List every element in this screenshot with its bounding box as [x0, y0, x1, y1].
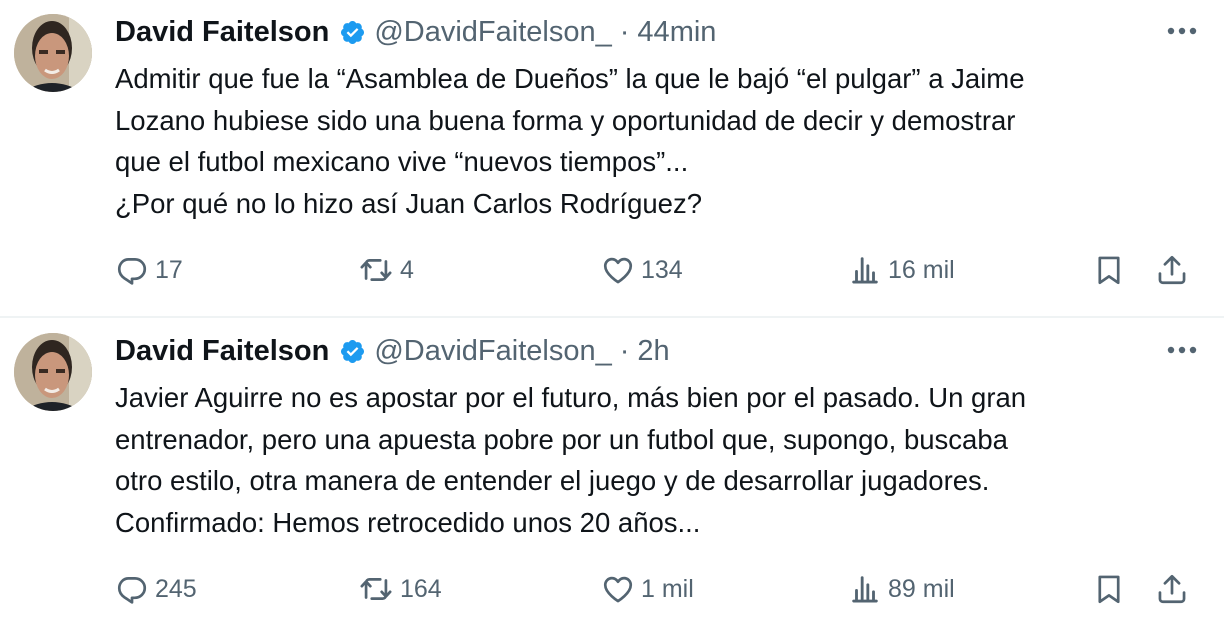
reply-icon [117, 258, 147, 285]
tweet[interactable]: David Faitelson @DavidFaitelson_ · 44min… [0, 0, 1224, 318]
share-icon [1158, 574, 1186, 604]
tweet-text-line: ¿Por qué no lo hizo así Juan Carlos Rodr… [115, 187, 702, 219]
bookmark-button[interactable] [1092, 569, 1126, 609]
bookmark-icon [1098, 256, 1120, 285]
tweet-text: Admitir que fue la “Asamblea de Dueños” … [115, 58, 1195, 224]
tweet-text-line: que el futbol mexicano vive “nuevos tiem… [115, 146, 689, 177]
tweet[interactable]: David Faitelson @DavidFaitelson_ · 2h Ja… [0, 319, 1224, 637]
views-chart-icon [852, 576, 878, 603]
bookmark-button[interactable] [1092, 250, 1126, 290]
heart-icon [603, 257, 633, 284]
views-chart-icon [852, 257, 878, 284]
like-button[interactable]: 134 [601, 250, 683, 290]
reply-button[interactable]: 245 [115, 569, 197, 609]
views-count: 89 mil [888, 574, 955, 603]
share-icon [1158, 255, 1186, 285]
divider [0, 316, 1224, 318]
retweet-count: 4 [400, 255, 414, 284]
avatar[interactable] [14, 14, 92, 92]
retweet-button[interactable]: 164 [358, 569, 442, 609]
reply-count: 17 [155, 255, 183, 284]
tweet-text-line: otro estilo, otra manera de entender el … [115, 465, 990, 496]
tweet-text-line: Lozano hubiese sido una buena forma y op… [115, 104, 1016, 136]
verified-badge-icon [339, 338, 366, 365]
share-button[interactable] [1155, 250, 1189, 290]
retweet-button[interactable]: 4 [358, 250, 414, 290]
views-count: 16 mil [888, 255, 955, 284]
reply-count: 245 [155, 574, 197, 603]
tweet-header: David Faitelson @DavidFaitelson_ · 2h [115, 331, 670, 371]
retweet-count: 164 [400, 574, 442, 603]
more-horizontal-icon[interactable] [1162, 14, 1202, 48]
tweet-actions: 17 4 134 16 mil [115, 250, 1205, 290]
tweet-text-line: Admitir que fue la “Asamblea de Dueños” … [115, 63, 1025, 94]
tweet-text-line: Javier Aguirre no es apostar por el futu… [115, 382, 1027, 413]
views-button[interactable]: 16 mil [848, 250, 955, 290]
more-horizontal-icon[interactable] [1162, 333, 1202, 367]
author-handle[interactable]: @DavidFaitelson_ [374, 16, 611, 49]
heart-icon [603, 576, 633, 603]
tweet-header: David Faitelson @DavidFaitelson_ · 44min [115, 12, 716, 52]
tweet-text: Javier Aguirre no es apostar por el futu… [115, 377, 1195, 543]
reply-button[interactable]: 17 [115, 250, 183, 290]
bookmark-icon [1098, 575, 1120, 604]
views-button[interactable]: 89 mil [848, 569, 955, 609]
author-handle[interactable]: @DavidFaitelson_ [374, 335, 611, 368]
reply-icon [117, 577, 147, 604]
tweet-actions: 245 164 1 mil 89 mil [115, 569, 1205, 609]
retweet-icon [360, 578, 392, 600]
avatar[interactable] [14, 333, 92, 411]
tweet-text-line: Confirmado: Hemos retrocedido unos 20 añ… [115, 506, 701, 538]
author-name[interactable]: David Faitelson [115, 335, 329, 368]
retweet-icon [360, 259, 392, 281]
verified-badge-icon [339, 19, 366, 46]
like-button[interactable]: 1 mil [601, 569, 694, 609]
author-name[interactable]: David Faitelson [115, 16, 329, 49]
timestamp[interactable]: · 2h [620, 335, 670, 368]
share-button[interactable] [1155, 569, 1189, 609]
like-count: 134 [641, 255, 683, 284]
like-count: 1 mil [641, 574, 694, 603]
timestamp[interactable]: · 44min [620, 16, 717, 49]
tweet-text-line: entrenador, pero una apuesta pobre por u… [115, 423, 1008, 455]
